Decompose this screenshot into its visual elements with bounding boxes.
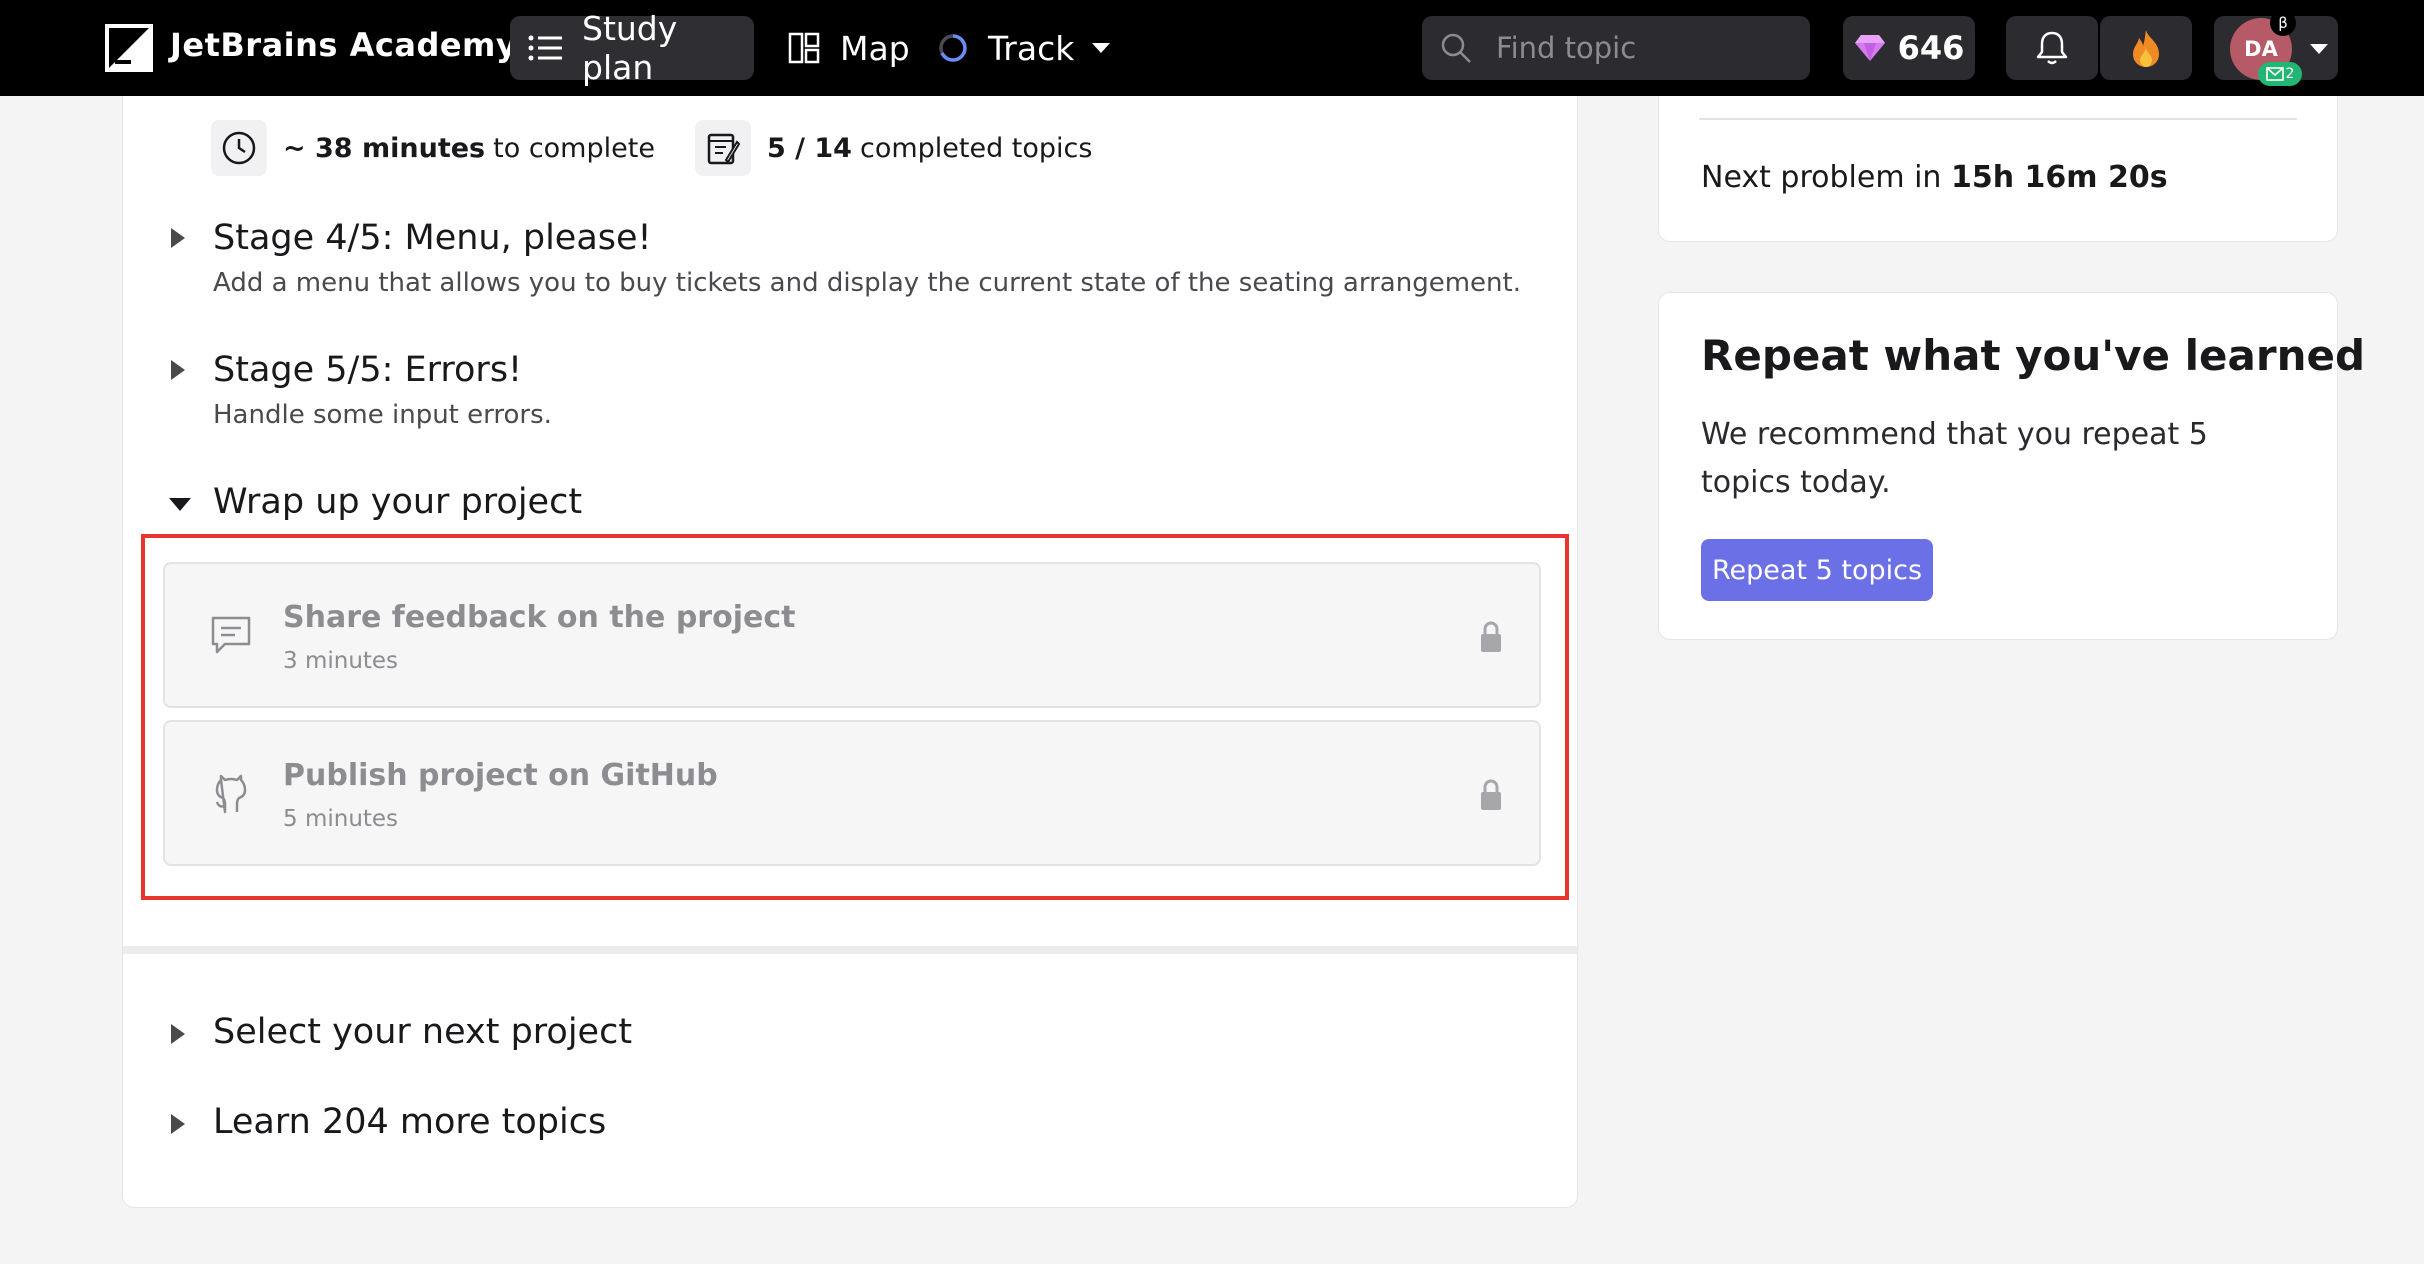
list-icon	[528, 35, 562, 61]
next-problem-prefix: Next problem in	[1701, 160, 1942, 195]
topics-value: 5 / 14	[766, 132, 852, 164]
bell-icon	[2036, 31, 2068, 65]
wrap-up-title[interactable]: Wrap up your project	[213, 482, 582, 522]
expand-arrow-icon[interactable]	[171, 1114, 185, 1134]
notifications-button[interactable]	[2006, 16, 2098, 80]
gems-counter[interactable]: 646	[1843, 16, 1975, 80]
nav-map[interactable]: Map	[770, 16, 920, 80]
next-problem-card: Next problem in 15h 16m 20s	[1658, 96, 2338, 242]
task-duration: 5 minutes	[283, 806, 399, 832]
lock-icon	[1481, 779, 1501, 810]
nav-study-plan-label: Study plan	[582, 9, 678, 87]
stage-description: Add a menu that allows you to buy ticket…	[213, 268, 1521, 298]
beta-badge: β	[2270, 10, 2296, 36]
top-navigation-bar: JetBrains Academy Study plan Map Track F…	[0, 0, 2424, 96]
repeat-title: Repeat what you've learned	[1701, 331, 2366, 380]
badge-count: 2	[2285, 66, 2295, 82]
task-title: Publish project on GitHub	[283, 758, 718, 793]
repeat-topics-button[interactable]: Repeat 5 topics	[1701, 539, 1933, 601]
task-share-feedback[interactable]: Share feedback on the project 3 minutes	[163, 562, 1541, 708]
clock-icon	[211, 120, 267, 176]
stage-description: Handle some input errors.	[213, 400, 552, 430]
task-publish-github[interactable]: Publish project on GitHub 5 minutes	[163, 720, 1541, 866]
repeat-description: We recommend that you repeat 5 topics to…	[1701, 417, 2208, 500]
notebook-icon	[694, 120, 751, 176]
nav-study-plan[interactable]: Study plan	[510, 9, 754, 87]
time-estimate: ~ 38 minutes to complete	[211, 120, 655, 176]
time-value: ~ 38 minutes	[283, 132, 486, 164]
gems-count: 646	[1897, 29, 1965, 67]
gem-icon	[1854, 35, 1885, 61]
task-title: Share feedback on the project	[283, 600, 796, 635]
section-divider	[123, 946, 1579, 954]
task-duration: 3 minutes	[283, 648, 399, 674]
search-icon	[1441, 33, 1471, 63]
search-input[interactable]	[1496, 31, 1796, 65]
lock-icon	[1481, 621, 1501, 652]
nav-track-label: Track	[988, 28, 1075, 68]
chevron-down-icon	[1092, 43, 1111, 53]
topics-suffix: completed topics	[859, 132, 1093, 164]
collapse-arrow-icon[interactable]	[169, 498, 191, 511]
status-badge: 2	[2258, 62, 2302, 86]
map-icon	[788, 32, 820, 64]
expand-arrow-icon[interactable]	[171, 1024, 185, 1044]
stage-title[interactable]: Stage 5/5: Errors!	[213, 350, 522, 390]
next-problem-timer: Next problem in 15h 16m 20s	[1701, 160, 2168, 195]
topics-progress: 5 / 14 completed topics	[694, 120, 1093, 176]
expand-arrow-icon[interactable]	[171, 360, 185, 380]
next-project-title[interactable]: Select your next project	[213, 1012, 632, 1052]
profile-menu[interactable]: DA β 2	[2214, 10, 2338, 86]
fire-icon	[2133, 30, 2159, 67]
feedback-icon	[211, 616, 251, 654]
next-problem-time: 15h 16m 20s	[1951, 160, 2168, 195]
streak-button[interactable]	[2100, 16, 2192, 80]
stage-title[interactable]: Stage 4/5: Menu, please!	[213, 218, 652, 258]
github-icon	[215, 774, 247, 814]
project-card: ~ 38 minutes to complete 5 / 14 complete…	[122, 96, 1579, 1208]
nav-map-label: Map	[840, 28, 910, 68]
track-progress-icon	[939, 34, 967, 62]
time-suffix: to complete	[493, 132, 655, 164]
search-box[interactable]	[1422, 16, 1810, 80]
project-meta: ~ 38 minutes to complete 5 / 14 complete…	[211, 118, 1132, 178]
divider	[1699, 118, 2297, 120]
expand-arrow-icon[interactable]	[171, 228, 185, 248]
brand-name[interactable]: JetBrains Academy	[170, 26, 517, 64]
envelope-icon	[2265, 67, 2284, 81]
nav-track[interactable]: Track	[920, 16, 1120, 80]
jetbrains-logo-icon[interactable]	[105, 24, 153, 72]
more-topics-title[interactable]: Learn 204 more topics	[213, 1102, 606, 1142]
chevron-down-icon[interactable]	[2310, 44, 2328, 54]
repeat-card: Repeat what you've learned We recommend …	[1658, 292, 2365, 640]
